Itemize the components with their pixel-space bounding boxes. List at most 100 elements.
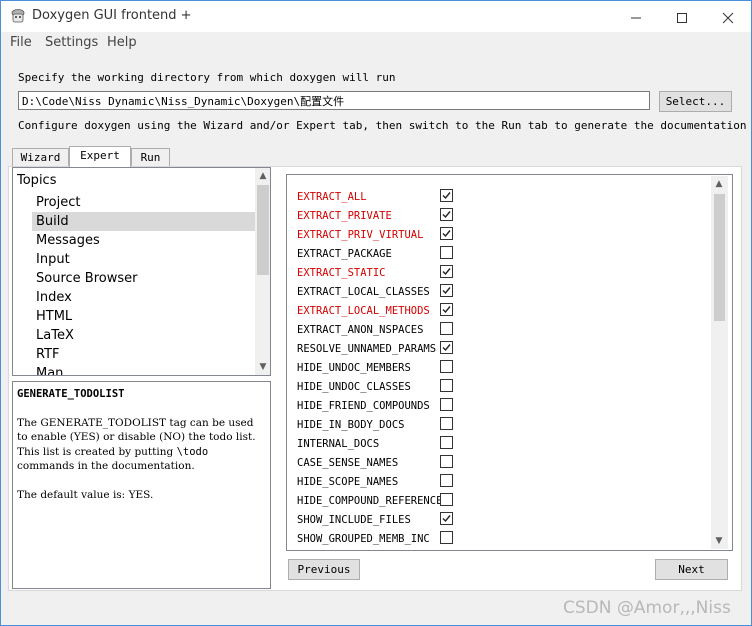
option-checkbox[interactable] (440, 474, 453, 487)
close-icon (722, 12, 734, 23)
title-bar[interactable]: Doxygen GUI frontend + (1, 1, 751, 32)
option-label: HIDE_IN_BODY_DOCS (297, 419, 405, 431)
option-checkbox[interactable] (440, 512, 453, 525)
menu-settings[interactable]: Settings (45, 35, 98, 50)
option-checkbox[interactable] (440, 303, 453, 316)
doxygen-app-icon (11, 9, 25, 23)
minimize-button[interactable] (613, 1, 659, 32)
option-label: CASE_SENSE_NAMES (297, 457, 399, 469)
option-row: RESOLVE_UNNAMED_PARAMS (297, 340, 717, 359)
option-row: EXTRACT_STATIC (297, 264, 717, 283)
settings-scrollbar[interactable]: ▲ ▼ (711, 176, 728, 549)
option-checkbox[interactable] (440, 208, 453, 221)
checkmark-icon (442, 344, 451, 352)
option-checkbox[interactable] (440, 322, 453, 335)
topic-source-browser[interactable]: Source Browser (36, 269, 137, 288)
instructions-text: Configure doxygen using the Wizard and/o… (18, 119, 747, 132)
workdir-prompt: Specify the working directory from which… (18, 71, 396, 84)
topic-index[interactable]: Index (36, 288, 72, 307)
option-label: HIDE_UNDOC_MEMBERS (297, 362, 411, 374)
option-checkbox[interactable] (440, 246, 453, 259)
option-row: SHOW_GROUPED_MEMB_INC (297, 530, 717, 549)
option-checkbox[interactable] (440, 265, 453, 278)
option-row: EXTRACT_ALL (297, 188, 717, 207)
option-label: SHOW_GROUPED_MEMB_INC (297, 533, 430, 545)
menu-file[interactable]: File (10, 35, 32, 50)
checkmark-icon (442, 515, 451, 523)
checkmark-icon (442, 230, 451, 238)
checkmark-icon (442, 287, 451, 295)
option-checkbox[interactable] (440, 284, 453, 297)
topic-messages[interactable]: Messages (36, 231, 100, 250)
tab-wizard[interactable]: Wizard (12, 148, 69, 166)
topic-input[interactable]: Input (36, 250, 70, 269)
checkmark-icon (442, 306, 451, 314)
select-workdir-button[interactable]: Select... (659, 91, 732, 112)
option-row: HIDE_UNDOC_CLASSES (297, 378, 717, 397)
help-code: \todo (176, 445, 209, 458)
tab-run[interactable]: Run (131, 148, 170, 166)
topic-build[interactable]: Build (32, 212, 255, 231)
scroll-thumb[interactable] (257, 185, 269, 275)
topic-project[interactable]: Project (36, 193, 255, 212)
option-row: CASE_SENSE_NAMES (297, 454, 717, 473)
option-checkbox[interactable] (440, 227, 453, 240)
option-row: HIDE_FRIEND_COMPOUNDS (297, 397, 717, 416)
option-label: RESOLVE_UNNAMED_PARAMS (297, 343, 437, 355)
option-checkbox[interactable] (440, 341, 453, 354)
option-checkbox[interactable] (440, 379, 453, 392)
option-row: HIDE_IN_BODY_DOCS (297, 416, 717, 435)
close-button[interactable] (705, 1, 751, 32)
topics-scrollbar[interactable]: ▲ ▼ (255, 168, 270, 375)
settings-scroll-up-icon[interactable]: ▲ (711, 176, 727, 192)
topic-latex[interactable]: LaTeX (36, 326, 74, 345)
menu-bar: File Settings Help (1, 32, 751, 54)
maximize-button[interactable] (659, 1, 705, 32)
option-label: INTERNAL_DOCS (297, 438, 380, 450)
option-row: HIDE_UNDOC_MEMBERS (297, 359, 717, 378)
option-label: EXTRACT_PACKAGE (297, 248, 392, 260)
scroll-up-arrow-icon[interactable]: ▲ (255, 168, 270, 184)
option-checkbox[interactable] (440, 455, 453, 468)
workdir-input[interactable]: D:\Code\Niss Dynamic\Niss_Dynamic\Doxyge… (18, 91, 650, 110)
option-row: EXTRACT_PRIVATE (297, 207, 717, 226)
topics-list[interactable]: Topics Project Build Messages Input Sour… (12, 167, 271, 376)
option-row: HIDE_COMPOUND_REFERENCE (297, 492, 717, 511)
option-row: EXTRACT_PACKAGE (297, 245, 717, 264)
option-checkbox[interactable] (440, 531, 453, 544)
topic-rtf[interactable]: RTF (36, 345, 60, 364)
option-label: EXTRACT_LOCAL_METHODS (297, 305, 430, 317)
checkmark-icon (442, 192, 451, 200)
topic-html[interactable]: HTML (36, 307, 72, 326)
option-label: EXTRACT_PRIVATE (297, 210, 392, 222)
previous-button[interactable]: Previous (288, 559, 360, 580)
option-row: INTERNAL_DOCS (297, 435, 717, 454)
window-title: Doxygen GUI frontend + (32, 8, 192, 23)
checkmark-icon (442, 268, 451, 276)
option-checkbox-partial[interactable] (440, 550, 453, 551)
option-checkbox[interactable] (440, 493, 453, 506)
topic-man[interactable]: Man (36, 364, 63, 375)
help-desc-a: The GENERATE_TODOLIST tag can be used to… (17, 416, 256, 458)
help-desc-b: commands in the documentation. (17, 460, 195, 473)
tab-expert[interactable]: Expert (69, 146, 131, 167)
menu-help[interactable]: Help (107, 35, 137, 50)
help-title: GENERATE_TODOLIST (17, 388, 125, 400)
option-checkbox[interactable] (440, 417, 453, 430)
topics-header: Topics (17, 173, 57, 188)
settings-scroll-thumb[interactable] (714, 194, 725, 321)
scroll-down-arrow-icon[interactable]: ▼ (255, 359, 270, 375)
option-label: EXTRACT_LOCAL_CLASSES (297, 286, 430, 298)
next-button[interactable]: Next (655, 559, 728, 580)
option-checkbox[interactable] (440, 436, 453, 449)
minimize-icon (631, 17, 641, 18)
option-label: EXTRACT_PRIV_VIRTUAL (297, 229, 424, 241)
maximize-icon (677, 12, 687, 23)
option-row: HIDE_SCOPE_NAMES (297, 473, 717, 492)
settings-scroll-down-icon[interactable]: ▼ (711, 533, 727, 549)
option-checkbox[interactable] (440, 360, 453, 373)
option-row: EXTRACT_LOCAL_CLASSES (297, 283, 717, 302)
option-checkbox[interactable] (440, 189, 453, 202)
option-checkbox[interactable] (440, 398, 453, 411)
option-label: EXTRACT_ALL (297, 191, 367, 203)
